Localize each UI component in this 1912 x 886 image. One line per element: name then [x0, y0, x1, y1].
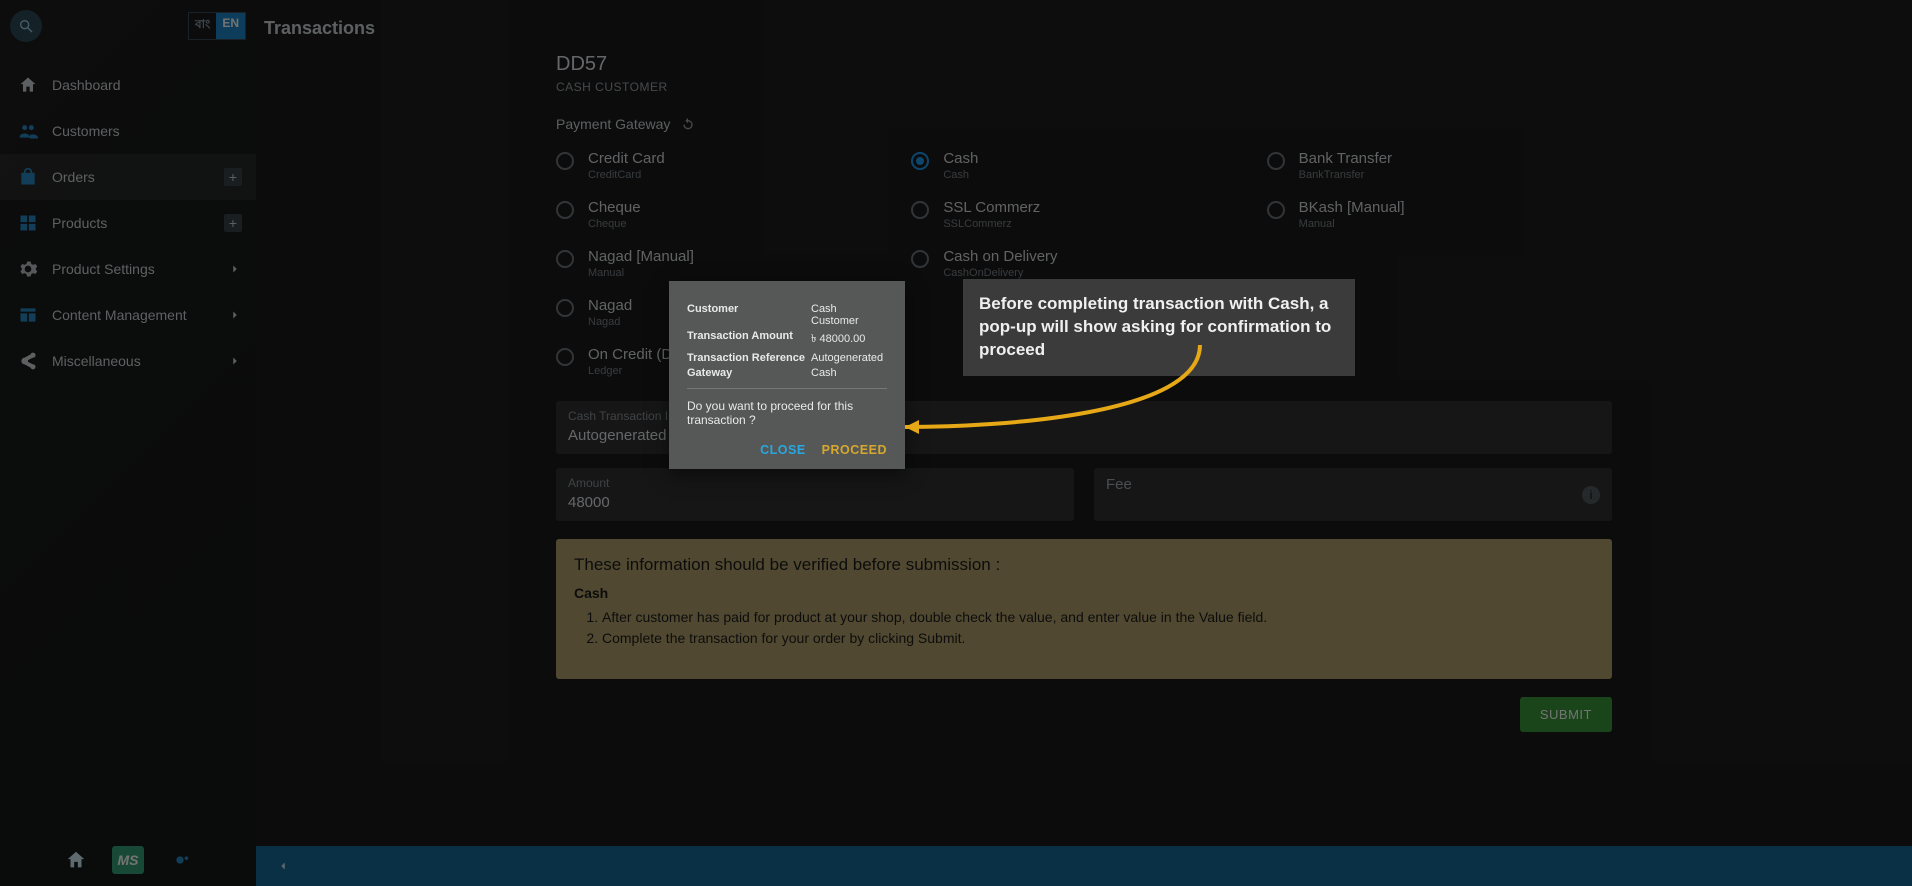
sidebar-bottom: MS: [0, 834, 256, 886]
lang-en[interactable]: EN: [216, 13, 245, 39]
annotation-callout: Before completing transaction with Cash,…: [963, 279, 1355, 376]
orders-add-icon[interactable]: +: [224, 168, 242, 186]
sidebar-item-content-management[interactable]: Content Management: [0, 292, 256, 338]
instruction-step: Complete the transaction for your order …: [602, 628, 1594, 649]
sidebar-item-orders[interactable]: Orders +: [0, 154, 256, 200]
boxes-icon: [18, 213, 38, 233]
gateway-bkash-manual[interactable]: BKash [Manual]Manual: [1267, 199, 1612, 230]
home-small-icon[interactable]: [62, 846, 90, 874]
amount-field[interactable]: Amount 48000: [556, 468, 1074, 521]
gateway-cod[interactable]: Cash on DeliveryCashOnDelivery: [911, 248, 1256, 279]
sidebar: বাং EN Dashboard Customers Orders +: [0, 0, 256, 886]
order-id: DD57: [556, 53, 1612, 76]
sidebar-item-product-settings[interactable]: Product Settings: [0, 246, 256, 292]
instructions-panel: These information should be verified bef…: [556, 539, 1612, 679]
sidebar-item-label: Miscellaneous: [52, 353, 141, 369]
submit-button[interactable]: SUBMIT: [1520, 697, 1612, 732]
language-switch[interactable]: বাং EN: [188, 12, 246, 40]
gateway-nagad-manual[interactable]: Nagad [Manual]Manual: [556, 248, 901, 279]
fee-field[interactable]: Fee i: [1094, 468, 1612, 521]
ms-logo[interactable]: MS: [112, 846, 144, 874]
products-add-icon[interactable]: +: [224, 214, 242, 232]
radio-icon[interactable]: [556, 348, 574, 366]
radio-icon[interactable]: [911, 152, 929, 170]
sidebar-item-dashboard[interactable]: Dashboard: [0, 62, 256, 108]
sidebar-item-customers[interactable]: Customers: [0, 108, 256, 154]
gateway-bank-transfer[interactable]: Bank TransferBankTransfer: [1267, 150, 1612, 181]
settings-small-icon[interactable]: [166, 846, 194, 874]
radio-icon[interactable]: [1267, 152, 1285, 170]
share-icon: [18, 351, 38, 371]
sidebar-item-label: Dashboard: [52, 77, 121, 93]
radio-icon[interactable]: [556, 201, 574, 219]
page-title: Transactions: [256, 0, 1912, 53]
gateway-cash[interactable]: CashCash: [911, 150, 1256, 181]
refresh-icon[interactable]: [680, 116, 696, 132]
chevron-right-icon: [228, 308, 242, 322]
dialog-proceed-button[interactable]: PROCEED: [822, 443, 887, 457]
sidebar-item-label: Customers: [52, 123, 120, 139]
home-icon: [18, 75, 38, 95]
instruction-step: After customer has paid for product at y…: [602, 607, 1594, 628]
payment-gateway-label: Payment Gateway: [556, 116, 670, 132]
amount-value: 48000: [568, 494, 1062, 511]
instructions-sub: Cash: [574, 585, 1594, 601]
chevron-right-icon: [228, 354, 242, 368]
dialog-close-button[interactable]: CLOSE: [760, 443, 806, 457]
radio-icon[interactable]: [911, 250, 929, 268]
people-icon: [18, 121, 38, 141]
info-icon[interactable]: i: [1582, 486, 1600, 504]
instructions-heading: These information should be verified bef…: [574, 555, 1594, 575]
sidebar-item-products[interactable]: Products +: [0, 200, 256, 246]
layout-icon: [18, 305, 38, 325]
lang-bn[interactable]: বাং: [189, 13, 216, 39]
search-icon: [18, 18, 34, 34]
back-icon[interactable]: [276, 859, 290, 873]
sidebar-item-label: Content Management: [52, 307, 187, 323]
gateway-cheque[interactable]: ChequeCheque: [556, 199, 901, 230]
chevron-right-icon: [228, 262, 242, 276]
radio-icon[interactable]: [556, 250, 574, 268]
sidebar-item-label: Orders: [52, 169, 95, 185]
search-button[interactable]: [10, 10, 42, 42]
gateway-credit-card[interactable]: Credit CardCreditCard: [556, 150, 901, 181]
radio-icon[interactable]: [911, 201, 929, 219]
order-customer-type: CASH CUSTOMER: [556, 80, 1612, 94]
fee-label: Fee: [1106, 476, 1600, 493]
main: Transactions DD57 CASH CUSTOMER Payment …: [256, 0, 1912, 846]
radio-icon[interactable]: [556, 152, 574, 170]
gateway-ssl-commerz[interactable]: SSL CommerzSSLCommerz: [911, 199, 1256, 230]
dialog-question: Do you want to proceed for this transact…: [687, 399, 887, 427]
confirm-dialog: CustomerCash Customer Transaction Amount…: [669, 281, 905, 469]
bottom-bar: [256, 846, 1912, 886]
radio-icon[interactable]: [556, 299, 574, 317]
sidebar-item-label: Products: [52, 215, 107, 231]
bag-icon: [18, 167, 38, 187]
radio-icon[interactable]: [1267, 201, 1285, 219]
amount-label: Amount: [568, 476, 1062, 490]
gear-icon: [18, 259, 38, 279]
sidebar-item-label: Product Settings: [52, 261, 155, 277]
sidebar-item-miscellaneous[interactable]: Miscellaneous: [0, 338, 256, 384]
